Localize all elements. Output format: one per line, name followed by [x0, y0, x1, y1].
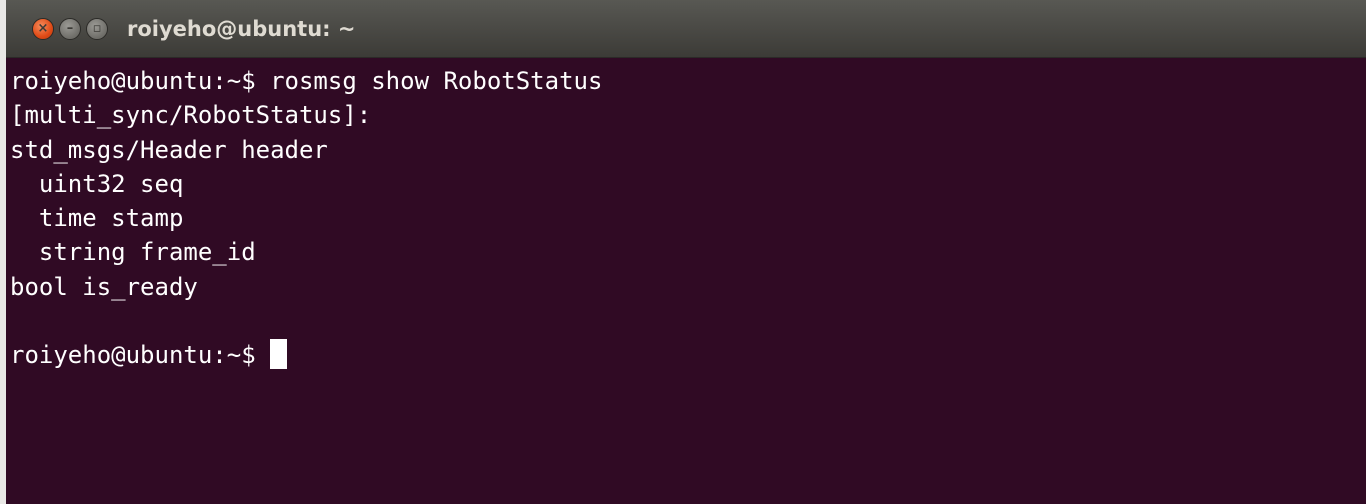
maximize-button[interactable]: ▫ — [86, 17, 108, 40]
terminal-line: [multi_sync/RobotStatus]: — [10, 101, 372, 130]
prompt-line[interactable]: roiyeho@ubuntu:~$ — [10, 338, 1366, 372]
terminal-line: string frame_id — [10, 238, 256, 267]
minimize-icon: – — [66, 21, 74, 36]
terminal-output[interactable]: roiyeho@ubuntu:~$ rosmsg show RobotStatu… — [6, 58, 1366, 504]
terminal-window: × – ▫ roiyeho@ubuntu: ~ roiyeho@ubuntu:~… — [0, 0, 1366, 504]
terminal-line: std_msgs/Header header — [10, 135, 328, 164]
close-icon: × — [37, 21, 49, 36]
minimize-button[interactable]: – — [59, 17, 81, 40]
terminal-line: uint32 seq — [10, 169, 184, 198]
window-title: roiyeho@ubuntu: ~ — [127, 16, 356, 41]
text-cursor — [270, 339, 288, 370]
terminal-line: roiyeho@ubuntu:~$ rosmsg show RobotStatu… — [10, 67, 603, 95]
close-button[interactable]: × — [32, 17, 54, 40]
title-bar[interactable]: × – ▫ roiyeho@ubuntu: ~ — [6, 0, 1366, 58]
maximize-icon: ▫ — [92, 21, 102, 36]
shell-prompt: roiyeho@ubuntu:~$ — [10, 341, 271, 370]
terminal-line: time stamp — [10, 204, 184, 233]
terminal-line: bool is_ready — [10, 272, 198, 301]
